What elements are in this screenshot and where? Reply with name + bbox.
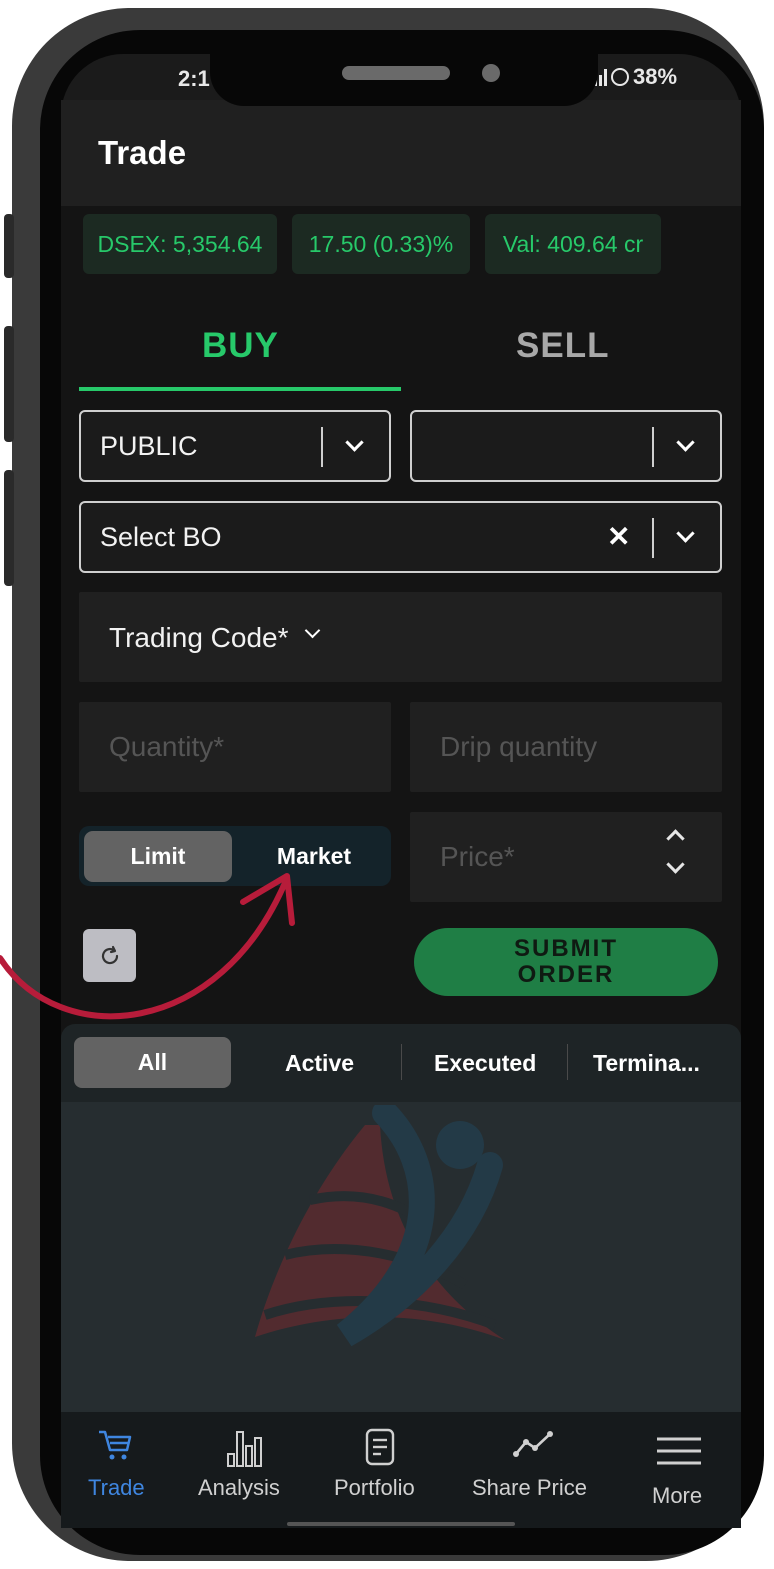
status-indicators: 38% bbox=[594, 64, 677, 90]
phone-notch bbox=[210, 54, 598, 106]
status-time: 2:1 bbox=[178, 66, 210, 91]
battery-icon bbox=[611, 68, 629, 86]
front-camera bbox=[482, 64, 500, 82]
annotation-arrow bbox=[0, 873, 295, 1020]
speaker-grille bbox=[342, 66, 450, 80]
battery-level: 38% bbox=[633, 64, 678, 89]
